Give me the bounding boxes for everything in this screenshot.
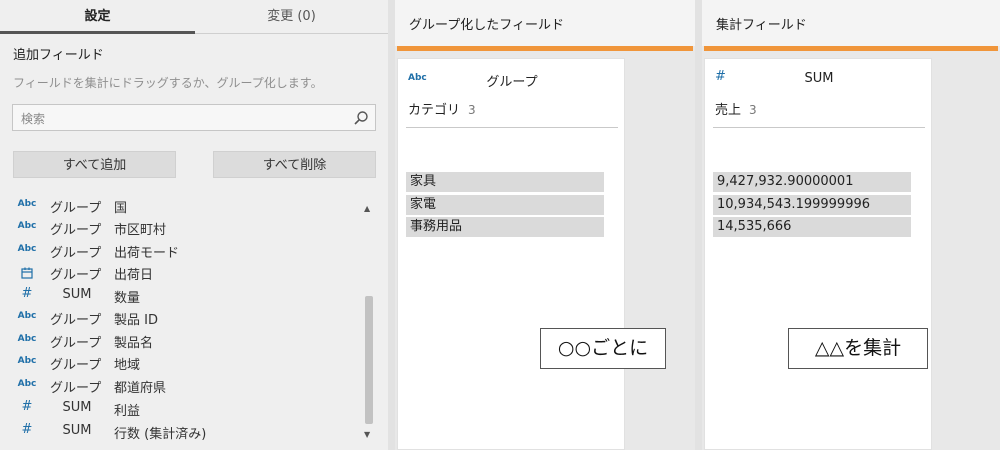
field-name: 数量 (114, 291, 141, 306)
scroll-down-arrow-icon[interactable]: ▼ (364, 430, 370, 439)
field-list-item[interactable]: Abc グループ 国 (0, 196, 360, 218)
abc-type-icon: Abc (17, 334, 37, 344)
field-name: 出荷モード (114, 246, 180, 261)
accent-bar (397, 46, 693, 51)
abc-type-icon: Abc (17, 199, 37, 209)
aggregation-label[interactable]: SUM (705, 71, 933, 86)
field-list-item[interactable]: Abc グループ 製品名 (0, 331, 360, 353)
field-list-item[interactable]: # SUM 行数 (集計済み) (0, 422, 360, 444)
tab-changes[interactable]: 変更 (0) (195, 0, 388, 34)
abc-type-icon: Abc (17, 379, 37, 389)
field-list-item[interactable]: # SUM 数量 (0, 286, 360, 308)
field-list-scrollbar[interactable]: ▲ ▼ (361, 196, 376, 442)
value-row: 10,934,543.199999996 (713, 195, 911, 215)
abc-type-icon: Abc (17, 311, 37, 321)
field-list-item[interactable]: Abc グループ 製品 ID (0, 308, 360, 330)
value-count: 3 (468, 103, 476, 117)
field-agg: グループ (50, 201, 102, 216)
field-name: 市区町村 (114, 223, 167, 238)
calendar-icon (21, 267, 33, 279)
panel-divider (695, 0, 702, 450)
aggregated-fields-title: 集計フィールド (716, 18, 807, 33)
field-name: カテゴリ (408, 103, 461, 118)
field-list-item[interactable]: グループ 出荷日 (0, 263, 360, 285)
field-agg: SUM (62, 400, 92, 415)
tab-bar: 設定 変更 (0) (0, 0, 388, 34)
field-agg: SUM (62, 423, 92, 438)
field-list-item[interactable]: # SUM 利益 (0, 399, 360, 421)
field-list-item[interactable]: Abc グループ 地域 (0, 353, 360, 375)
value-count: 3 (749, 103, 757, 117)
field-agg: SUM (62, 287, 92, 302)
add-all-button[interactable]: すべて追加 (13, 151, 176, 178)
number-type-icon: # (21, 422, 33, 437)
card-separator (713, 127, 925, 128)
abc-type-icon: Abc (17, 221, 37, 231)
card-field-name: 売上 3 (715, 99, 757, 118)
panel-divider (388, 0, 395, 450)
accent-bar (704, 46, 998, 51)
field-agg: グループ (50, 223, 102, 238)
search-input[interactable]: 検索 (12, 104, 376, 131)
value-row: 14,535,666 (713, 217, 911, 237)
field-list-item[interactable]: Abc グループ 市区町村 (0, 218, 360, 240)
grouped-fields-panel: グループ化したフィールド Abc グループ カテゴリ 3 家具 家電 事務用品 ○… (395, 0, 695, 450)
field-list-item[interactable]: Abc グループ 出荷モード (0, 241, 360, 263)
field-name: 製品 ID (114, 313, 158, 328)
field-agg: グループ (50, 381, 102, 396)
field-list-item[interactable]: Abc グループ 都道府県 (0, 376, 360, 398)
value-row: 事務用品 (406, 217, 604, 237)
card-field-name: カテゴリ 3 (408, 99, 476, 118)
field-agg: グループ (50, 336, 102, 351)
field-card[interactable]: Abc グループ カテゴリ 3 家具 家電 事務用品 (397, 58, 625, 450)
value-row: 家電 (406, 195, 604, 215)
field-name: 都道府県 (114, 381, 167, 396)
abc-type-icon: Abc (17, 356, 37, 366)
number-type-icon: # (21, 286, 33, 301)
scroll-up-arrow-icon[interactable]: ▲ (364, 204, 370, 213)
remove-all-button[interactable]: すべて削除 (213, 151, 376, 178)
search-icon[interactable] (353, 110, 369, 126)
panel-header: 集計フィールド (702, 0, 1000, 46)
field-card[interactable]: # SUM 売上 3 9,427,932.90000001 10,934,543.… (704, 58, 932, 450)
field-name: 利益 (114, 404, 141, 419)
field-name: 売上 (715, 103, 742, 118)
add-fields-title: 追加フィールド (13, 48, 104, 63)
field-agg: グループ (50, 358, 102, 373)
annotation-callout: △△を集計 (788, 328, 928, 369)
grouped-fields-title: グループ化したフィールド (409, 18, 564, 33)
field-name: 地域 (114, 358, 141, 373)
panel-header: グループ化したフィールド (395, 0, 695, 46)
card-separator (406, 127, 618, 128)
value-row: 9,427,932.90000001 (713, 172, 911, 192)
field-name: 行数 (集計済み) (114, 427, 207, 442)
abc-type-icon: Abc (17, 244, 37, 254)
settings-panel: 設定 変更 (0) 追加フィールド フィールドを集計にドラッグするか、グループ化… (0, 0, 388, 450)
field-name: 製品名 (114, 336, 154, 351)
tab-settings[interactable]: 設定 (0, 0, 195, 34)
add-fields-hint: フィールドを集計にドラッグするか、グループ化します。 (13, 76, 323, 90)
field-name: 出荷日 (114, 268, 154, 283)
field-agg: グループ (50, 246, 102, 261)
number-type-icon: # (21, 399, 33, 414)
field-agg: グループ (50, 268, 102, 283)
aggregation-label[interactable]: グループ (398, 71, 626, 90)
annotation-callout: ○○ごとに (540, 328, 666, 369)
field-agg: グループ (50, 313, 102, 328)
aggregated-fields-panel: 集計フィールド # SUM 売上 3 9,427,932.90000001 10,… (702, 0, 1000, 450)
scrollbar-thumb[interactable] (365, 296, 373, 424)
search-placeholder: 検索 (21, 112, 46, 126)
field-name: 国 (114, 201, 128, 216)
value-row: 家具 (406, 172, 604, 192)
